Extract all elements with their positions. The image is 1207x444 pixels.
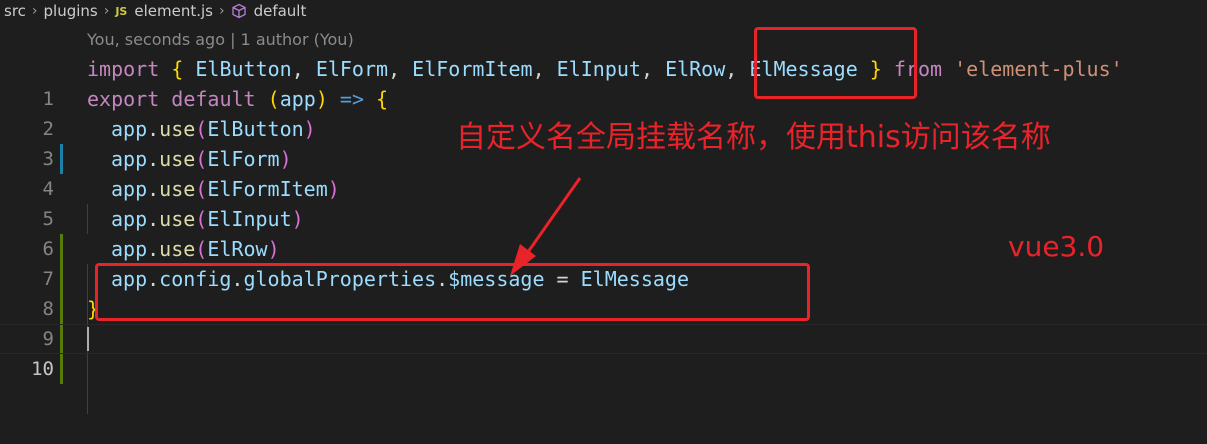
code-line-1: 1 import { ElButton, ElForm, ElFormItem,… bbox=[0, 54, 1207, 174]
annotation-version: vue3.0 bbox=[1008, 230, 1105, 263]
code-text: import { ElButton, ElForm, ElFormItem, E… bbox=[87, 57, 1123, 81]
chevron-right-icon: › bbox=[103, 3, 110, 19]
gutter-added-marker bbox=[60, 354, 63, 384]
annotation-note: 自定义名全局挂载名称，使用this访问该名称 bbox=[456, 120, 1051, 155]
code-text: app.use(ElButton) bbox=[111, 117, 316, 141]
git-blame-codelens[interactable]: You, seconds ago | 1 author (You) bbox=[87, 30, 354, 49]
code-text: app.use(ElFormItem) bbox=[111, 177, 340, 201]
breadcrumb-file[interactable]: element.js bbox=[134, 2, 213, 20]
code-line-10: 10 bbox=[0, 324, 1207, 380]
chevron-right-icon: › bbox=[218, 3, 225, 19]
breadcrumb-plugins[interactable]: plugins bbox=[44, 2, 98, 20]
js-file-icon: JS bbox=[115, 4, 128, 18]
code-line-2: 2 export default (app) => { bbox=[0, 84, 1207, 140]
breadcrumb-symbol[interactable]: default bbox=[254, 2, 307, 20]
text-cursor bbox=[87, 327, 89, 351]
highlight-box-global-property bbox=[95, 263, 810, 321]
module-icon bbox=[231, 3, 246, 19]
chevron-right-icon: › bbox=[31, 3, 38, 19]
code-line-5: 5 app.use(ElFormItem) bbox=[0, 174, 1207, 324]
indent-guide bbox=[87, 384, 88, 414]
highlight-box-elmessage bbox=[754, 27, 917, 99]
breadcrumb: src › plugins › JS element.js › default bbox=[0, 0, 1207, 22]
code-text: app.use(ElInput) bbox=[111, 207, 304, 231]
line-number: 10 bbox=[31, 358, 54, 380]
code-text: app.use(ElForm) bbox=[111, 147, 292, 171]
indent-guide bbox=[87, 354, 88, 384]
code-text: export default (app) => { bbox=[87, 87, 389, 111]
code-text: app.use(ElRow) bbox=[111, 237, 280, 261]
breadcrumb-src[interactable]: src bbox=[4, 2, 26, 20]
